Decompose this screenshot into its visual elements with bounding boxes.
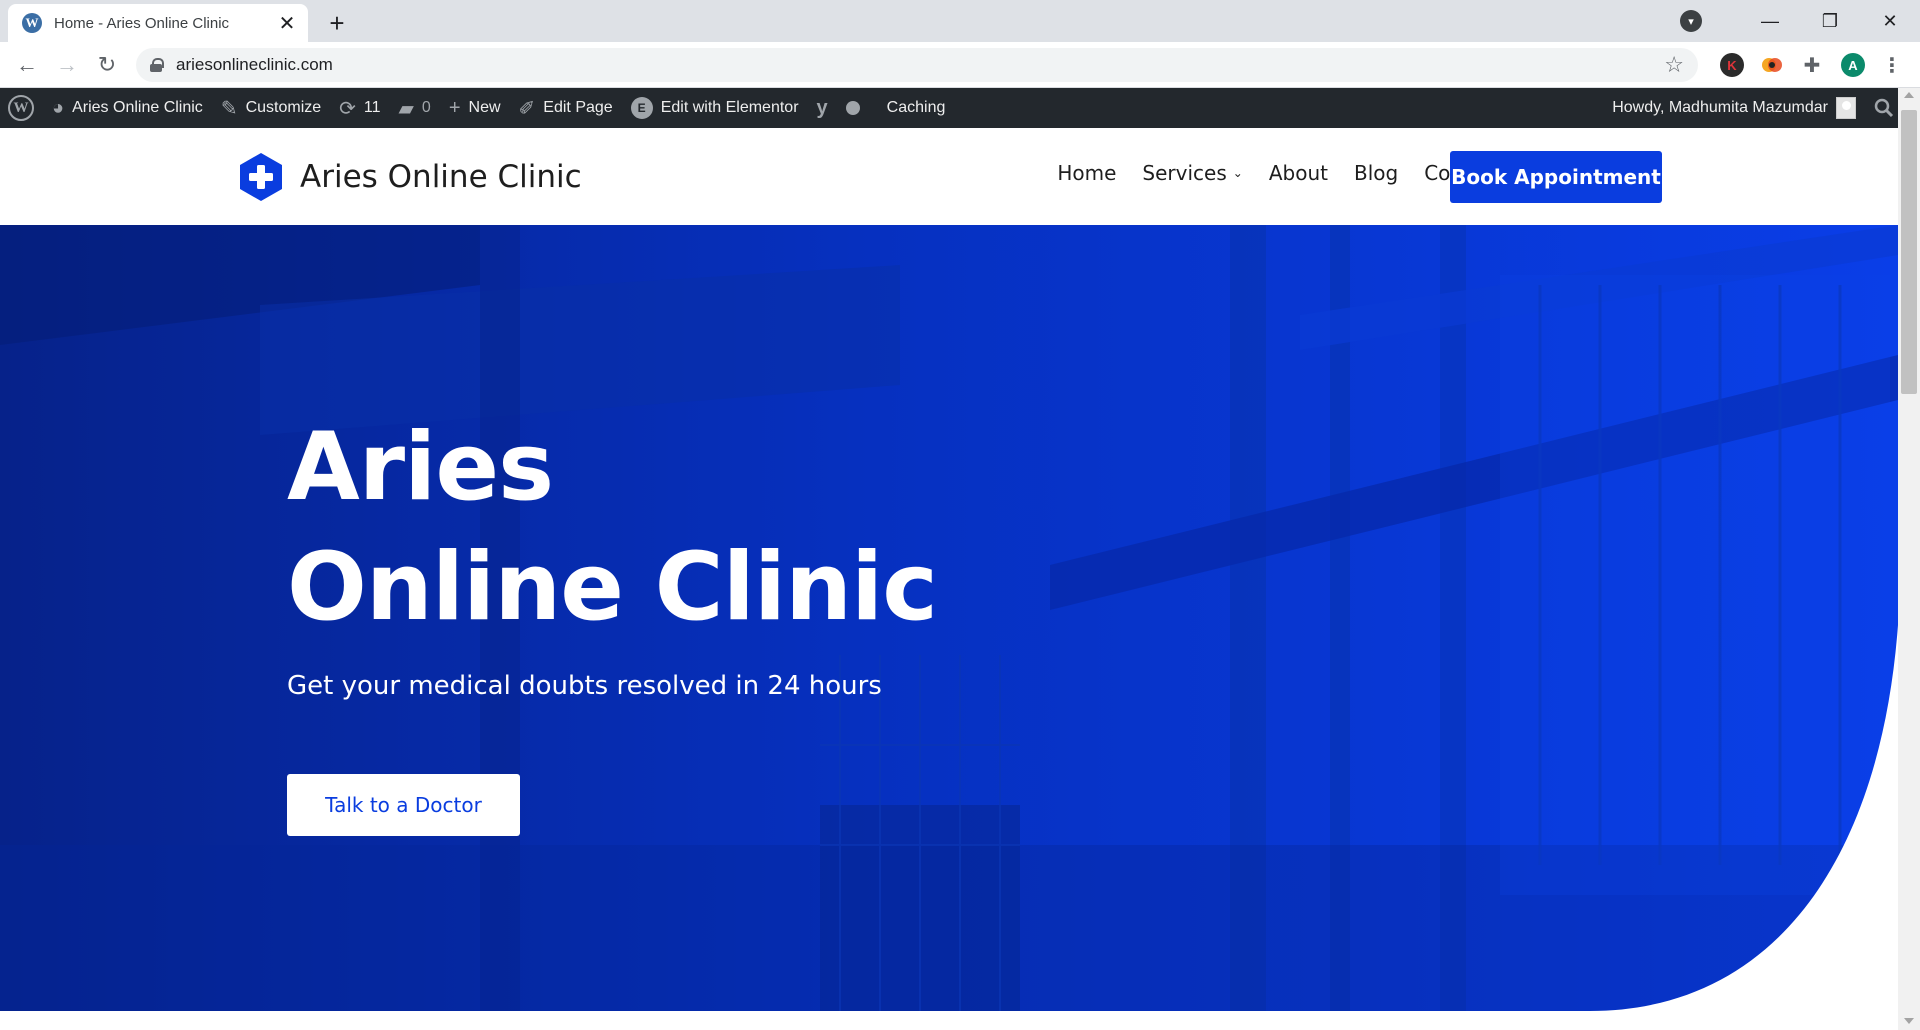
- scroll-down-icon[interactable]: [1904, 1018, 1914, 1024]
- url-text[interactable]: ariesonlineclinic.com: [176, 55, 1664, 75]
- wordpress-favicon-icon: W: [22, 13, 42, 33]
- forward-arrow-icon[interactable]: →: [52, 50, 82, 80]
- plus-icon: +: [448, 96, 461, 119]
- adminbar-search[interactable]: [1865, 88, 1898, 128]
- updates-count: 11: [363, 99, 381, 116]
- wp-logo-menu[interactable]: W: [0, 88, 43, 128]
- new-tab-button[interactable]: +: [322, 8, 352, 38]
- restore-icon[interactable]: ❐: [1800, 0, 1860, 42]
- scroll-thumb[interactable]: [1901, 110, 1917, 394]
- hero-title: Aries Online Clinic: [287, 408, 938, 648]
- adminbar-updates[interactable]: ⟳ 11: [330, 88, 389, 128]
- medical-cross-icon: [240, 153, 282, 201]
- new-label: New: [468, 99, 501, 116]
- nav-about[interactable]: About: [1269, 161, 1328, 185]
- profile-avatar[interactable]: A: [1841, 53, 1865, 77]
- avatar: [1836, 97, 1856, 119]
- yoast-icon: y: [816, 96, 828, 119]
- page-scrollbar[interactable]: [1898, 88, 1920, 1030]
- comments-count: 0: [421, 99, 431, 116]
- edit-page-label: Edit Page: [543, 99, 613, 116]
- adminbar-yoast[interactable]: y: [808, 88, 869, 128]
- adminbar-account[interactable]: Howdy, Madhumita Mazumdar: [1603, 88, 1865, 128]
- book-appointment-button[interactable]: Book Appointment: [1450, 151, 1662, 203]
- lock-icon[interactable]: [150, 58, 164, 72]
- hero-title-line-2: Online Clinic: [287, 533, 938, 642]
- chevron-down-icon: ⌄: [1232, 166, 1243, 180]
- page-below-fold: [0, 1011, 1898, 1030]
- extensions-puzzle-icon[interactable]: ✚: [1800, 53, 1824, 77]
- talk-to-doctor-button[interactable]: Talk to a Doctor: [287, 774, 520, 836]
- adminbar-edit-page[interactable]: ✐ Edit Page: [510, 88, 622, 128]
- adminbar-customize[interactable]: ✎ Customize: [212, 88, 330, 128]
- adminbar-comments[interactable]: ▰ 0: [390, 88, 440, 128]
- main-nav: Home Services⌄ About Blog Contact: [1031, 161, 1502, 185]
- adminbar-site-name[interactable]: ◕ Aries Online Clinic: [43, 88, 212, 128]
- customize-label: Customize: [245, 99, 322, 116]
- comment-icon: ▰: [398, 97, 414, 120]
- dashboard-icon: ◕: [52, 96, 65, 119]
- seo-status-dot-icon: [845, 101, 860, 115]
- site-logo[interactable]: Aries Online Clinic: [238, 152, 582, 202]
- bookmark-star-icon[interactable]: ☆: [1664, 52, 1684, 78]
- reload-icon[interactable]: ↻: [92, 50, 122, 80]
- browser-tab-active[interactable]: W Home - Aries Online Clinic ✕: [8, 4, 308, 42]
- tab-title: Home - Aries Online Clinic: [54, 14, 230, 32]
- adminbar-edit-elementor[interactable]: E Edit with Elementor: [622, 88, 808, 128]
- hero-background-image: [0, 225, 1898, 1011]
- wp-admin-bar: W ◕ Aries Online Clinic ✎ Customize ⟳ 11…: [0, 88, 1898, 128]
- caching-label: Caching: [886, 99, 946, 116]
- close-tab-icon[interactable]: ✕: [276, 12, 298, 35]
- nav-services[interactable]: Services ⌄: [1142, 161, 1242, 185]
- extension-k-icon[interactable]: K: [1720, 53, 1744, 77]
- hero-section: Aries Online Clinic Get your medical dou…: [0, 225, 1898, 1011]
- minimize-icon[interactable]: —: [1740, 0, 1800, 42]
- browser-menu-icon[interactable]: ⋮: [1880, 53, 1904, 77]
- wordpress-icon: W: [8, 95, 34, 121]
- close-window-icon[interactable]: ✕: [1860, 0, 1920, 42]
- nav-services-label: Services: [1142, 161, 1227, 185]
- browser-toolbar: ← → ↻ ariesonlineclinic.com ☆ K ✚ A ⋮: [0, 42, 1920, 88]
- window-controls: ▾ — ❐ ✕: [1680, 0, 1920, 42]
- back-arrow-icon[interactable]: ←: [12, 50, 42, 80]
- howdy-label: Howdy, Madhumita Mazumdar: [1612, 99, 1828, 116]
- brush-icon: ✎: [220, 97, 238, 120]
- hero-title-line-1: Aries: [287, 413, 554, 522]
- site-header: Aries Online Clinic Home Services ⌄ About…: [0, 128, 1898, 225]
- browser-tabbar: W Home - Aries Online Clinic ✕ + ▾ — ❐ ✕: [0, 0, 1920, 42]
- search-icon: [1874, 98, 1894, 118]
- logo-text: Aries Online Clinic: [300, 159, 582, 195]
- hero-subtitle: Get your medical doubts resolved in 24 h…: [287, 671, 882, 701]
- adminbar-right: Howdy, Madhumita Mazumdar: [1603, 88, 1898, 128]
- address-bar[interactable]: ariesonlineclinic.com ☆: [136, 48, 1698, 82]
- extension-color-icon[interactable]: [1760, 53, 1784, 77]
- adminbar-caching[interactable]: Caching: [869, 88, 955, 128]
- refresh-icon: ⟳: [339, 97, 356, 120]
- nav-blog[interactable]: Blog: [1354, 161, 1398, 185]
- site-name-label: Aries Online Clinic: [72, 99, 203, 116]
- elementor-icon: E: [630, 97, 653, 119]
- edit-elementor-label: Edit with Elementor: [660, 99, 799, 116]
- adminbar-new[interactable]: + New: [440, 88, 510, 128]
- pencil-icon: ✐: [518, 97, 536, 120]
- scroll-up-icon[interactable]: [1904, 92, 1914, 98]
- nav-home[interactable]: Home: [1057, 161, 1116, 185]
- tab-search-icon[interactable]: ▾: [1680, 10, 1702, 32]
